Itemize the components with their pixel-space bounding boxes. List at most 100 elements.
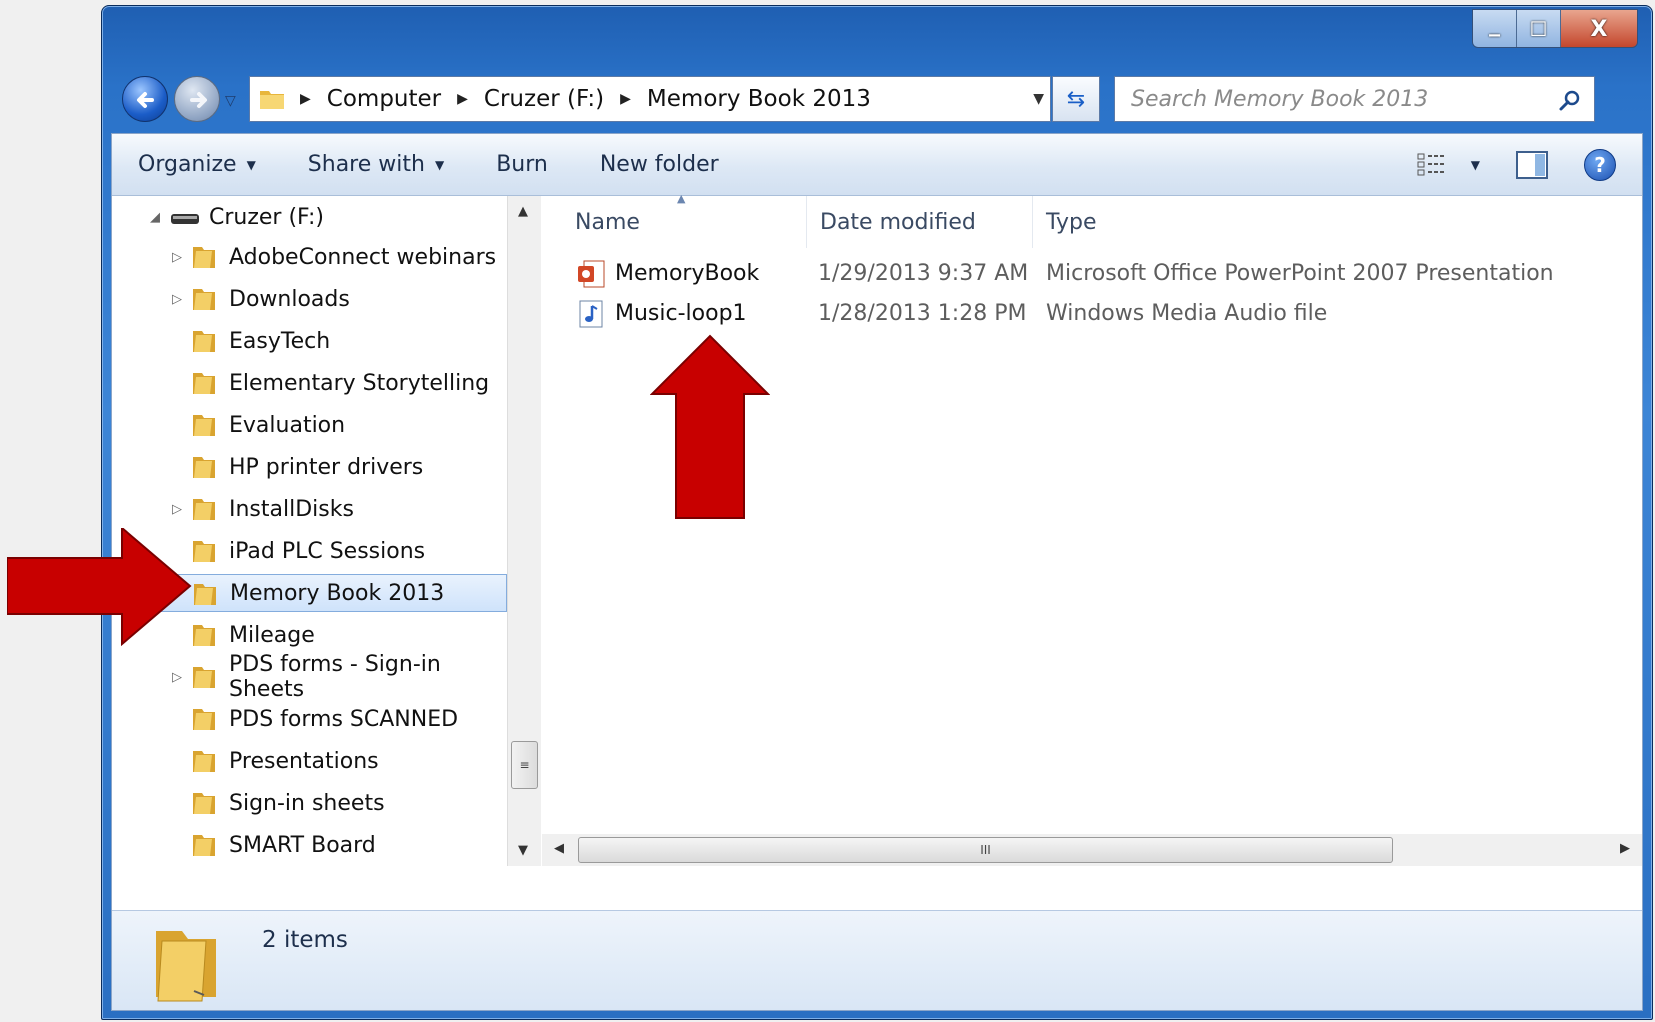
breadcrumb-separator-icon[interactable]: ▶ (457, 91, 468, 107)
navigation-bar: ▽ ▶ Computer ▶ Cruzer (F:) ▶ Memory Book… (114, 68, 1640, 130)
refresh-icon: ⇆ (1066, 86, 1086, 112)
red-arrow-right-annotation (7, 528, 192, 646)
address-dropdown-icon[interactable]: ▼ (1033, 91, 1044, 107)
breadcrumb-computer[interactable]: Computer (327, 86, 441, 112)
collapse-icon[interactable]: ◢ (150, 210, 164, 225)
explorer-body: Organize ▼ Share with ▼ Burn New folder ▼ (111, 133, 1643, 1011)
tree-item[interactable]: ▷ Downloads (112, 280, 507, 318)
scroll-thumb[interactable]: ≡ (511, 741, 538, 789)
chevron-down-icon: ▼ (434, 157, 445, 172)
tree-item[interactable]: Sign-in sheets (112, 784, 507, 822)
details-view-icon (1417, 153, 1446, 175)
folder-icon (193, 499, 215, 520)
tree-item-label: AdobeConnect webinars (229, 244, 497, 270)
recent-pages-dropdown-icon[interactable]: ▽ (225, 93, 236, 109)
file-row[interactable]: MemoryBook 1/29/2013 9:37 AM Microsoft O… (542, 253, 1554, 293)
organize-label: Organize (138, 152, 237, 177)
tree-item[interactable]: SMART Board (112, 826, 507, 864)
tree-item[interactable]: ▷ AdobeConnect webinars (112, 238, 507, 276)
scroll-up-icon[interactable]: ▲ (518, 204, 528, 219)
new-folder-button[interactable]: New folder (574, 134, 745, 195)
refresh-button[interactable]: ⇆ (1052, 76, 1100, 122)
scroll-right-icon[interactable]: ▶ (1620, 841, 1630, 856)
tree-item-label: SMART Board (229, 832, 376, 858)
toolbar-right: ▼ ? (1399, 134, 1642, 195)
tree-item-label: Mileage (229, 622, 315, 648)
tree-item[interactable]: ▷ InstallDisks (112, 490, 507, 528)
sort-ascending-icon: ▲ (677, 192, 686, 205)
burn-label: Burn (496, 152, 548, 177)
close-button[interactable]: X (1561, 10, 1637, 47)
folder-icon (193, 793, 215, 814)
tree-item[interactable]: ▷ PDS forms - Sign-in Sheets (112, 652, 507, 702)
folder-icon (193, 289, 215, 310)
breadcrumb-separator-icon[interactable]: ▶ (300, 91, 311, 107)
column-header-date[interactable]: Date modified (807, 196, 1033, 248)
tree-item[interactable]: Presentations (112, 742, 507, 780)
chevron-down-icon: ▼ (246, 157, 256, 172)
column-date-label: Date modified (820, 209, 976, 235)
address-bar[interactable]: ▶ Computer ▶ Cruzer (F:) ▶ Memory Book 2… (249, 76, 1051, 122)
tree-item-label: Downloads (229, 286, 350, 312)
forward-button[interactable] (174, 76, 220, 122)
help-icon: ? (1584, 148, 1616, 181)
folder-icon (193, 667, 215, 688)
folder-icon (156, 931, 216, 1002)
share-with-button[interactable]: Share with ▼ (282, 134, 470, 195)
red-arrow-up-annotation (650, 334, 770, 519)
breadcrumb-cruzer[interactable]: Cruzer (F:) (484, 86, 604, 112)
tree-item-label: PDS forms - Sign-in Sheets (229, 652, 441, 702)
search-placeholder: Search Memory Book 2013 (1131, 86, 1429, 112)
folder-icon (193, 247, 215, 268)
search-icon[interactable] (1558, 89, 1582, 113)
tree-item[interactable]: EasyTech (112, 322, 507, 360)
tree-item[interactable]: PDS forms SCANNED (112, 700, 507, 738)
folder-icon (193, 331, 215, 352)
tree-item-label: InstallDisks (229, 496, 354, 522)
column-header-name[interactable]: ▲ Name (542, 192, 807, 248)
file-list-scrollbar[interactable]: ◀ III ▶ (542, 834, 1642, 866)
tree-item[interactable]: Evaluation (112, 406, 507, 444)
folder-icon (193, 709, 215, 730)
tree-item[interactable]: HP printer drivers (112, 448, 507, 486)
search-input[interactable]: Search Memory Book 2013 (1114, 76, 1595, 122)
expand-icon[interactable]: ▷ (172, 250, 186, 265)
file-type: Microsoft Office PowerPoint 2007 Present… (1046, 260, 1554, 286)
new-folder-label: New folder (599, 152, 719, 177)
expand-icon[interactable]: ▷ (172, 292, 186, 307)
column-header-type[interactable]: Type (1033, 196, 1553, 248)
folder-icon (193, 373, 215, 394)
change-view-button[interactable]: ▼ (1417, 152, 1480, 178)
file-date: 1/28/2013 1:28 PM (818, 300, 1027, 326)
chevron-down-icon[interactable]: ▼ (1471, 158, 1480, 172)
scroll-left-icon[interactable]: ◀ (554, 841, 564, 856)
file-name: Music-loop1 (615, 300, 747, 326)
scroll-down-icon[interactable]: ▼ (518, 843, 528, 858)
navigation-scrollbar[interactable]: ▲ ≡ ▼ (507, 196, 541, 866)
tree-item-label: Memory Book 2013 (230, 580, 445, 606)
file-row[interactable]: Music-loop1 1/28/2013 1:28 PM Windows Me… (542, 293, 1542, 333)
expand-icon[interactable]: ▷ (172, 502, 186, 517)
breadcrumb-memory-book[interactable]: Memory Book 2013 (647, 86, 871, 112)
maximize-button[interactable]: ☐ (1517, 10, 1561, 47)
tree-item[interactable]: Elementary Storytelling (112, 364, 507, 402)
back-button[interactable] (122, 76, 168, 122)
organize-button[interactable]: Organize ▼ (112, 134, 282, 195)
usb-drive-icon (171, 214, 199, 224)
command-bar: Organize ▼ Share with ▼ Burn New folder ▼ (112, 134, 1642, 196)
expand-icon[interactable]: ▷ (172, 670, 186, 685)
column-name-label: Name (575, 209, 640, 235)
help-button[interactable]: ? (1584, 148, 1616, 181)
burn-button[interactable]: Burn (470, 134, 574, 195)
minimize-button[interactable]: ▁ (1473, 10, 1517, 47)
file-date: 1/29/2013 9:37 AM (818, 260, 1029, 286)
caption-buttons: ▁ ☐ X (1472, 9, 1638, 48)
preview-pane-button[interactable] (1516, 150, 1548, 179)
scroll-thumb[interactable]: III (578, 837, 1393, 863)
tree-item-label: Sign-in sheets (229, 790, 385, 816)
tree-item-cruzer[interactable]: ◢ Cruzer (F:) (112, 198, 507, 236)
breadcrumb-separator-icon[interactable]: ▶ (620, 91, 631, 107)
item-count: 2 items (262, 927, 348, 953)
folder-icon (193, 415, 215, 436)
file-name: MemoryBook (615, 260, 760, 286)
